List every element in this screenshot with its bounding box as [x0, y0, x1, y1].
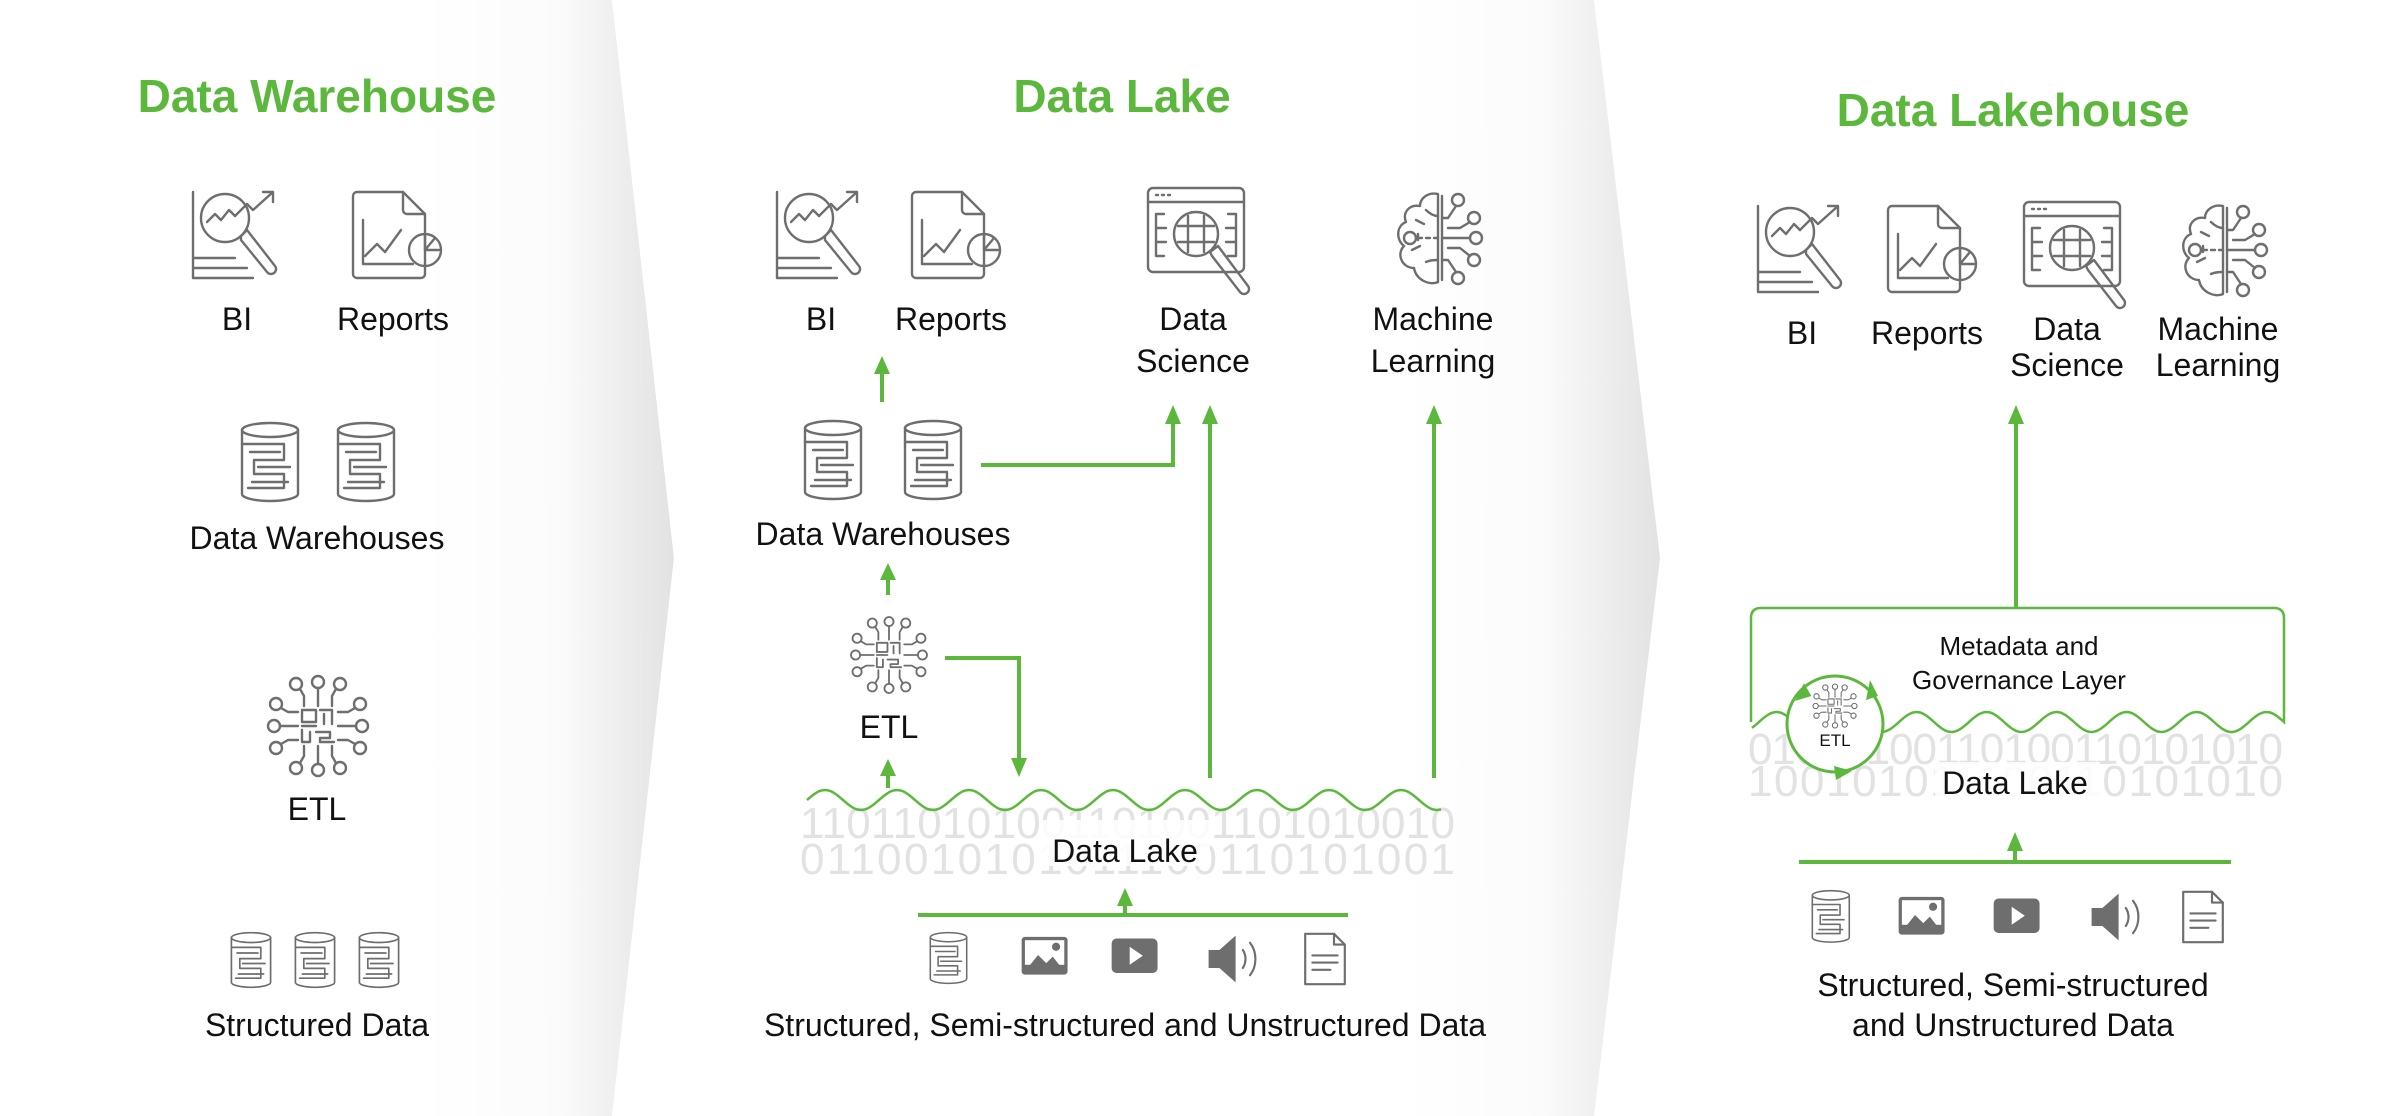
- sources-label: Structured, Semi-structured and Unstruct…: [764, 1007, 1486, 1043]
- bi-icon: [1756, 204, 1843, 294]
- arrow-etl-to-warehouses: [880, 563, 896, 595]
- bi-label: BI: [806, 301, 836, 337]
- reports-icon: [910, 190, 1002, 280]
- metadata-label-line1: Metadata and: [1939, 631, 2098, 661]
- sources-label-line1: Structured, Semi-structured: [1817, 967, 2208, 1003]
- bi-label: BI: [1787, 315, 1817, 351]
- database-icon: [929, 931, 968, 985]
- video-play-icon: [1111, 938, 1158, 973]
- panel-data-lake: Data Lake BI Reports Data Science Machin…: [756, 70, 1496, 1043]
- reports-label: Reports: [337, 301, 449, 337]
- data-lake-area: 110110101001101001101010010 011001010101…: [800, 788, 1455, 884]
- etl-label: ETL: [288, 791, 347, 827]
- etl-chip-icon: [850, 616, 928, 694]
- metadata-label-line2: Governance Layer: [1912, 665, 2126, 695]
- database-icon: [336, 421, 396, 503]
- image-icon: [1898, 896, 1945, 935]
- panel-lake-shadow: [1400, 0, 1660, 1116]
- panel-title: Data Warehouse: [138, 70, 497, 122]
- etl-chip-icon: [266, 674, 370, 778]
- bi-label: BI: [222, 301, 252, 337]
- data-lake-label: Data Lake: [1942, 765, 2088, 801]
- machine-learning-label-line2: Learning: [1371, 343, 1496, 379]
- bi-icon: [775, 190, 862, 280]
- panel-title: Data Lakehouse: [1837, 84, 2190, 136]
- data-science-label-line1: Data: [2033, 311, 2101, 347]
- data-science-label-line2: Science: [1136, 343, 1250, 379]
- panel-title: Data Lake: [1013, 70, 1230, 122]
- data-lake-label: Data Lake: [1052, 833, 1198, 869]
- reports-icon: [1886, 204, 1978, 294]
- arrow-etl-to-lake: [945, 656, 1027, 777]
- database-icon: [230, 931, 272, 989]
- arrow-warehouses-to-data-science: [981, 405, 1181, 467]
- data-science-label-line2: Science: [2010, 347, 2124, 383]
- database-icon: [294, 931, 336, 989]
- document-icon: [1304, 932, 1346, 986]
- data-warehouses-label: Data Warehouses: [190, 520, 445, 556]
- arrow-sources-to-lake: [1799, 832, 2231, 864]
- video-play-icon: [1993, 898, 2040, 933]
- database-icon: [803, 419, 863, 501]
- machine-learning-label-line1: Machine: [2158, 311, 2279, 347]
- data-warehouses-label: Data Warehouses: [756, 516, 1011, 552]
- machine-learning-label-line2: Learning: [2156, 347, 2281, 383]
- image-icon: [1021, 936, 1068, 975]
- database-icon: [1811, 889, 1851, 943]
- etl-label: ETL: [1819, 731, 1850, 750]
- reports-label: Reports: [895, 301, 1007, 337]
- sources-label-line2: and Unstructured Data: [1852, 1007, 2174, 1043]
- arrow-layer-to-consumers: [2008, 405, 2024, 608]
- document-icon: [2182, 890, 2224, 944]
- arrow-sources-to-lake: [918, 888, 1348, 917]
- database-icon: [240, 421, 300, 503]
- architecture-comparison-diagram: Data Warehouse BI Reports Data Warehouse…: [138, 0, 2286, 1116]
- data-science-icon: [2022, 200, 2127, 310]
- audio-speaker-icon: [1207, 934, 1257, 984]
- arrow-warehouses-to-bi: [874, 356, 890, 402]
- audio-speaker-icon: [2090, 892, 2140, 942]
- etl-label: ETL: [860, 709, 919, 745]
- panel-data-lakehouse: Data Lakehouse BI Reports Data Science M…: [1748, 84, 2286, 1043]
- data-science-label-line1: Data: [1159, 301, 1227, 337]
- database-icon: [903, 419, 963, 501]
- data-science-icon: [1146, 186, 1251, 296]
- arrow-lake-to-data-science: [1202, 405, 1218, 778]
- machine-learning-label-line1: Machine: [1373, 301, 1494, 337]
- reports-label: Reports: [1871, 315, 1983, 351]
- arrow-lake-to-etl: [880, 759, 896, 788]
- machine-learning-icon: [2182, 204, 2269, 298]
- bi-icon: [191, 190, 278, 280]
- structured-data-label: Structured Data: [205, 1007, 429, 1043]
- database-icon: [358, 931, 400, 989]
